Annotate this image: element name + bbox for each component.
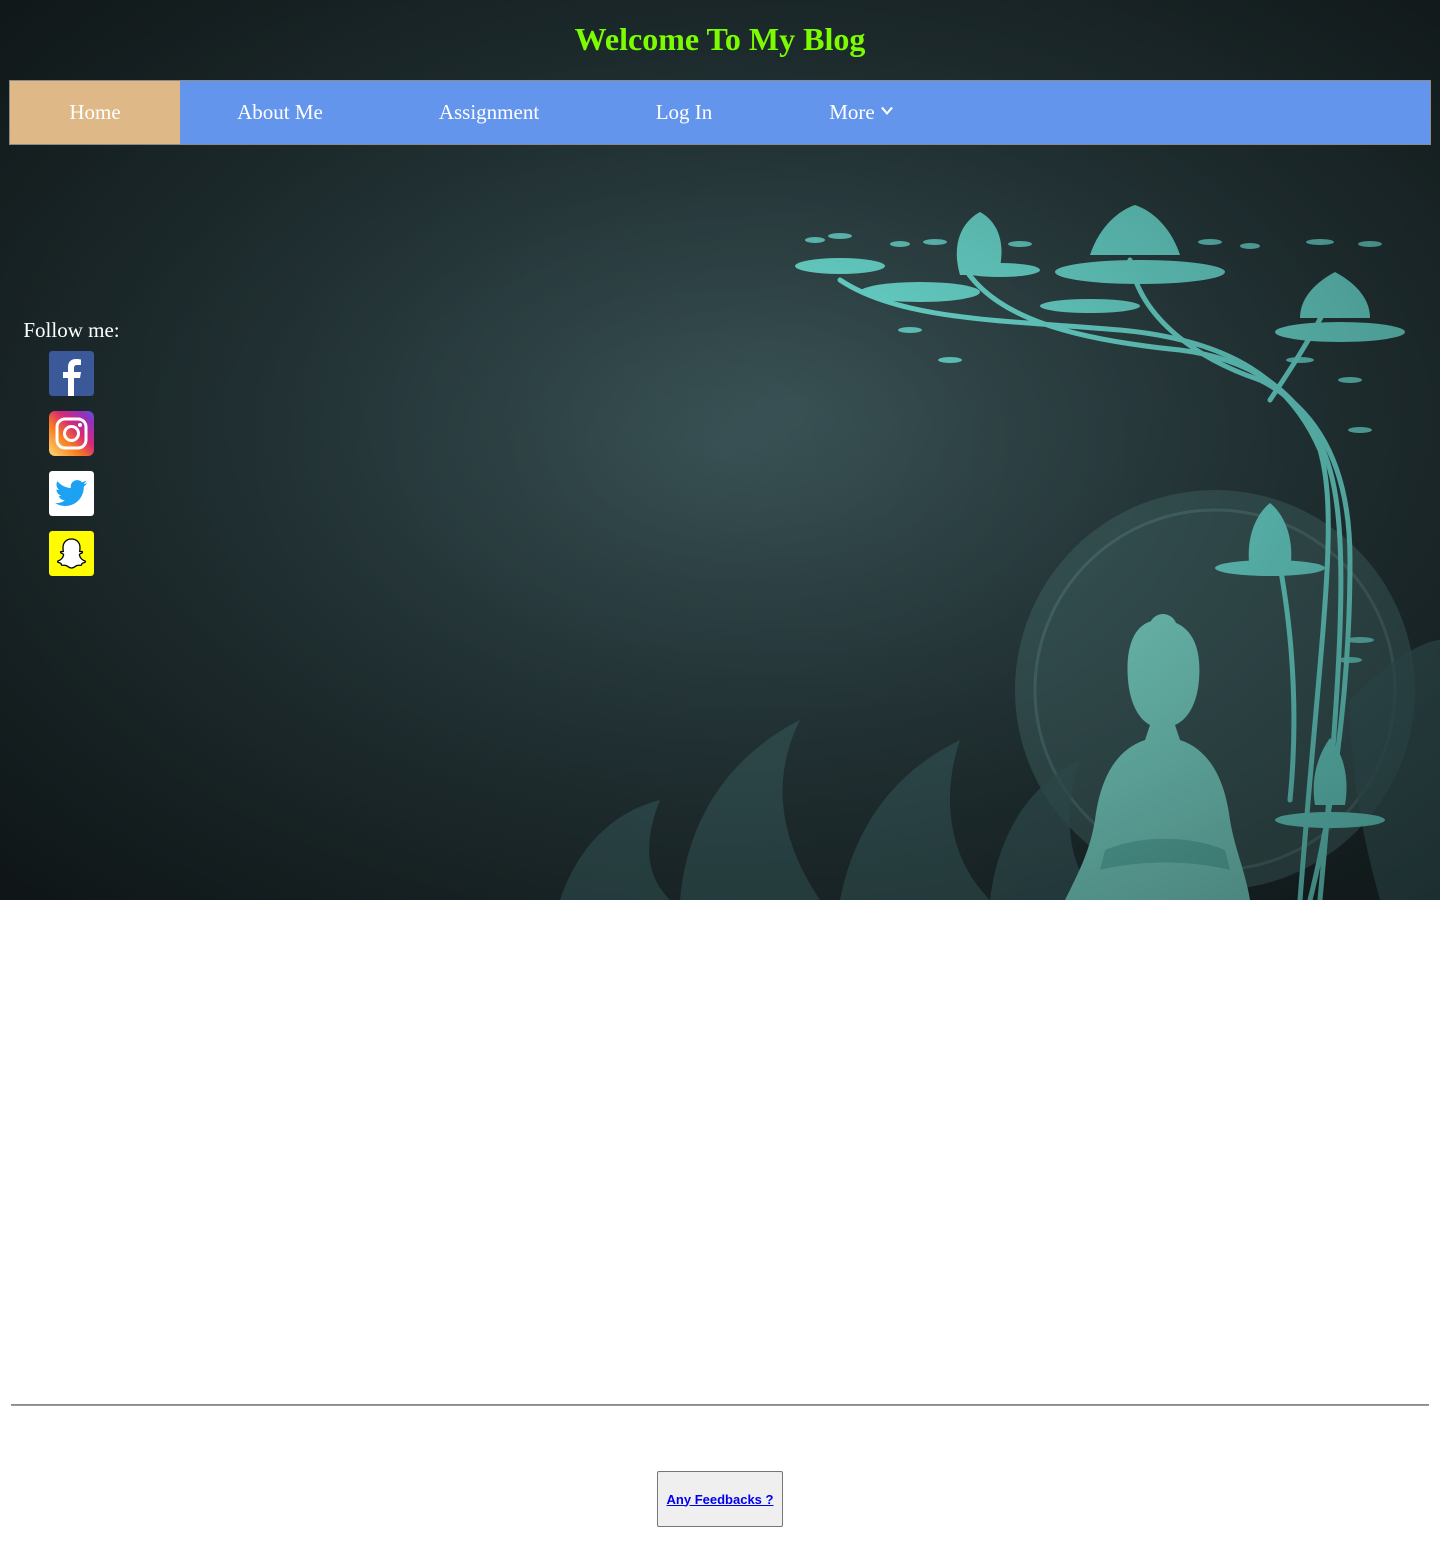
snapchat-link[interactable]	[49, 531, 94, 576]
main-navbar: Home About Me Assignment Log In More	[9, 80, 1431, 145]
snapchat-icon	[49, 531, 94, 576]
hero-background: Welcome To My Blog Home About Me Assignm…	[0, 0, 1440, 900]
twitter-icon	[49, 471, 94, 516]
facebook-icon	[49, 351, 94, 396]
nav-assignment-label: Assignment	[438, 100, 540, 124]
caret-down-icon	[880, 106, 893, 120]
nav-more-label: More	[829, 100, 875, 124]
nav-home-label: Home	[69, 100, 121, 124]
site-title: Welcome To My Blog	[574, 21, 866, 57]
instagram-link[interactable]	[49, 411, 94, 456]
facebook-link[interactable]	[49, 351, 94, 396]
feedback-link[interactable]: Any Feedbacks ?	[667, 1492, 774, 1507]
feedback-button[interactable]: Any Feedbacks ?	[657, 1471, 783, 1527]
nav-log-in-label: Log In	[655, 100, 713, 124]
nav-about-me-label: About Me	[237, 100, 323, 124]
follow-me-label: Follow me:	[23, 318, 120, 342]
nav-about-me[interactable]: About Me	[180, 81, 380, 144]
twitter-link[interactable]	[49, 471, 94, 516]
nav-assignment[interactable]: Assignment	[380, 81, 598, 144]
footer-divider	[11, 1404, 1429, 1406]
nav-log-in[interactable]: Log In	[598, 81, 770, 144]
nav-more-dropdown[interactable]: More	[770, 81, 952, 144]
nav-home[interactable]: Home	[10, 81, 180, 144]
instagram-icon	[49, 411, 94, 456]
